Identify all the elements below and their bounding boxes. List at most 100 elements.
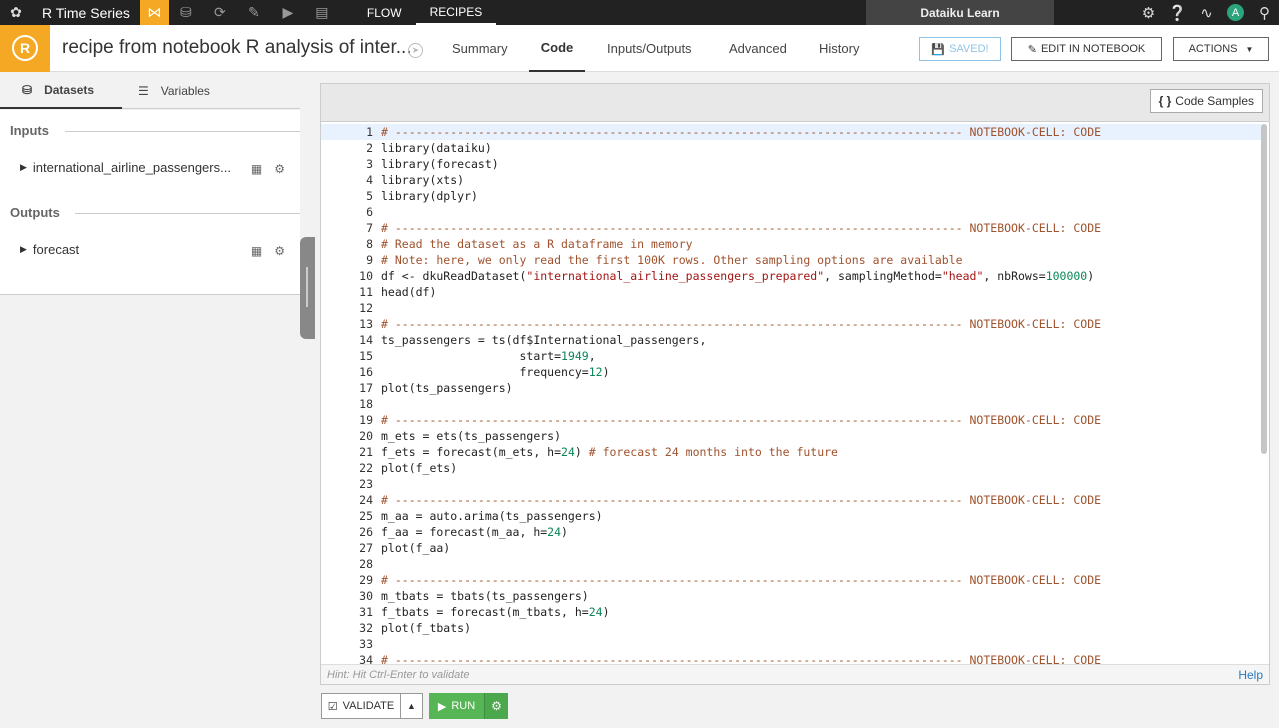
panel-splitter[interactable] [300, 237, 315, 339]
gear-icon[interactable]: ⚙ [1134, 0, 1163, 25]
project-name[interactable]: R Time Series [32, 5, 140, 21]
code-line[interactable]: 13 # ------------------------------------… [321, 316, 1261, 332]
gear-icon[interactable]: ⚙ [274, 244, 285, 258]
help-icon[interactable]: ❔ [1163, 0, 1192, 25]
bird-logo-icon[interactable]: ✿ [0, 0, 32, 25]
code-line[interactable]: 30 m_tbats = tbats(ts_passengers) [321, 588, 1261, 604]
code-text[interactable]: library(dplyr) [381, 188, 478, 204]
code-line[interactable]: 29 # ------------------------------------… [321, 572, 1261, 588]
code-text[interactable]: # --------------------------------------… [381, 124, 1101, 140]
tab-summary[interactable]: Summary [452, 25, 508, 72]
tab-code[interactable]: Code [529, 25, 585, 72]
code-text[interactable]: # Read the dataset as a R dataframe in m… [381, 236, 693, 252]
code-text[interactable]: library(dataiku) [381, 140, 492, 156]
code-text[interactable]: m_tbats = tbats(ts_passengers) [381, 588, 589, 604]
tab-advanced[interactable]: Advanced [729, 25, 787, 72]
code-line[interactable]: 19 # ------------------------------------… [321, 412, 1261, 428]
code-line[interactable]: 12 [321, 300, 1261, 316]
code-line[interactable]: 10 df <- dkuReadDataset("international_ai… [321, 268, 1261, 284]
help-link[interactable]: Help [1238, 668, 1263, 682]
output-dataset-name[interactable]: forecast [33, 242, 79, 257]
recipe-title[interactable]: recipe from notebook R analysis of inter… [62, 37, 412, 59]
code-line[interactable]: 22 plot(f_ets) [321, 460, 1261, 476]
actions-button[interactable]: ACTIONS ▼ [1173, 37, 1269, 61]
nav-flow[interactable]: FLOW [353, 0, 416, 25]
caret-right-icon[interactable]: ▶ [20, 162, 27, 173]
run-button[interactable]: ▶ RUN [429, 693, 484, 719]
caret-right-icon[interactable]: ▶ [20, 244, 27, 255]
code-text[interactable]: f_aa = forecast(m_aa, h=24) [381, 524, 568, 540]
code-line[interactable]: 11 head(df) [321, 284, 1261, 300]
flow-icon[interactable]: ⋈ [139, 0, 169, 25]
code-text[interactable]: plot(ts_passengers) [381, 380, 513, 396]
dashboard-icon[interactable]: ▤ [305, 0, 339, 25]
code-line[interactable]: 7 # -------------------------------------… [321, 220, 1261, 236]
code-text[interactable]: m_aa = auto.arima(ts_passengers) [381, 508, 603, 524]
code-text[interactable]: # --------------------------------------… [381, 492, 1101, 508]
code-text[interactable]: ts_passengers = ts(df$International_pass… [381, 332, 706, 348]
search-icon[interactable]: ⚲ [1250, 0, 1279, 25]
code-text[interactable]: library(xts) [381, 172, 464, 188]
code-text[interactable]: # Note: here, we only read the first 100… [381, 252, 963, 268]
code-text[interactable]: f_tbats = forecast(m_tbats, h=24) [381, 604, 610, 620]
code-editor[interactable]: 1 # -------------------------------------… [321, 121, 1269, 664]
tab-datasets[interactable]: ⛁ Datasets [0, 73, 122, 109]
code-line[interactable]: 8 # Read the dataset as a R dataframe in … [321, 236, 1261, 252]
code-line[interactable]: 27 plot(f_aa) [321, 540, 1261, 556]
editor-scrollbar[interactable] [1261, 124, 1267, 454]
code-line[interactable]: 17 plot(ts_passengers) [321, 380, 1261, 396]
tab-variables[interactable]: ☰ Variables [122, 73, 262, 109]
notebook-icon[interactable]: ✎ [237, 0, 271, 25]
input-dataset-item[interactable]: ▶ international_airline_passengers... [20, 160, 231, 175]
code-text[interactable]: plot(f_aa) [381, 540, 450, 556]
code-line[interactable]: 25 m_aa = auto.arima(ts_passengers) [321, 508, 1261, 524]
code-samples-button[interactable]: { } Code Samples [1149, 89, 1263, 113]
edit-in-notebook-button[interactable]: ✎ EDIT IN NOTEBOOK [1011, 37, 1162, 61]
gear-icon[interactable]: ⚙ [274, 162, 285, 176]
code-text[interactable]: f_ets = forecast(m_ets, h=24) # forecast… [381, 444, 838, 460]
code-text[interactable]: df <- dkuReadDataset("international_airl… [381, 268, 1094, 284]
code-line[interactable]: 21 f_ets = forecast(m_ets, h=24) # foreca… [321, 444, 1261, 460]
table-icon[interactable]: ▦ [251, 162, 262, 176]
code-line[interactable]: 18 [321, 396, 1261, 412]
datasets-icon[interactable]: ⛁ [169, 0, 203, 25]
code-line[interactable]: 1 # -------------------------------------… [321, 124, 1261, 140]
code-line[interactable]: 31 f_tbats = forecast(m_tbats, h=24) [321, 604, 1261, 620]
dataiku-learn[interactable]: Dataiku Learn [866, 0, 1054, 25]
code-text[interactable]: library(forecast) [381, 156, 499, 172]
code-text[interactable]: plot(f_ets) [381, 460, 457, 476]
code-text[interactable]: # --------------------------------------… [381, 652, 1101, 664]
code-line[interactable]: 32 plot(f_tbats) [321, 620, 1261, 636]
code-line[interactable]: 9 # Note: here, we only read the first 10… [321, 252, 1261, 268]
code-text[interactable]: # --------------------------------------… [381, 572, 1101, 588]
tab-history[interactable]: History [819, 25, 859, 72]
code-line[interactable]: 6 [321, 204, 1261, 220]
avatar[interactable]: A [1227, 4, 1244, 21]
code-text[interactable]: frequency=12) [381, 364, 609, 380]
code-line[interactable]: 3 library(forecast) [321, 156, 1261, 172]
validate-button[interactable]: ☑ VALIDATE [321, 693, 401, 719]
compass-icon[interactable]: ➤ [408, 43, 423, 58]
code-line[interactable]: 23 [321, 476, 1261, 492]
code-line[interactable]: 26 f_aa = forecast(m_aa, h=24) [321, 524, 1261, 540]
output-dataset-item[interactable]: ▶ forecast [20, 242, 79, 257]
code-text[interactable]: # --------------------------------------… [381, 220, 1101, 236]
code-line[interactable]: 14 ts_passengers = ts(df$International_pa… [321, 332, 1261, 348]
code-text[interactable]: # --------------------------------------… [381, 316, 1101, 332]
code-line[interactable]: 28 [321, 556, 1261, 572]
input-dataset-name[interactable]: international_airline_passengers... [33, 160, 231, 175]
nav-recipes[interactable]: RECIPES [415, 0, 497, 25]
code-line[interactable]: 20 m_ets = ets(ts_passengers) [321, 428, 1261, 444]
tab-inputs-outputs[interactable]: Inputs/Outputs [607, 25, 692, 72]
code-text[interactable]: m_ets = ets(ts_passengers) [381, 428, 561, 444]
code-line[interactable]: 15 start=1949, [321, 348, 1261, 364]
activity-icon[interactable]: ∿ [1192, 0, 1221, 25]
run-options-gear-icon[interactable]: ⚙ [484, 693, 508, 719]
code-text[interactable]: plot(f_tbats) [381, 620, 471, 636]
code-line[interactable]: 33 [321, 636, 1261, 652]
saved-button[interactable]: 💾 SAVED! [919, 37, 1001, 61]
play-icon[interactable]: ▶ [271, 0, 305, 25]
code-line[interactable]: 24 # ------------------------------------… [321, 492, 1261, 508]
code-line[interactable]: 16 frequency=12) [321, 364, 1261, 380]
code-line[interactable]: 34 # ------------------------------------… [321, 652, 1261, 664]
